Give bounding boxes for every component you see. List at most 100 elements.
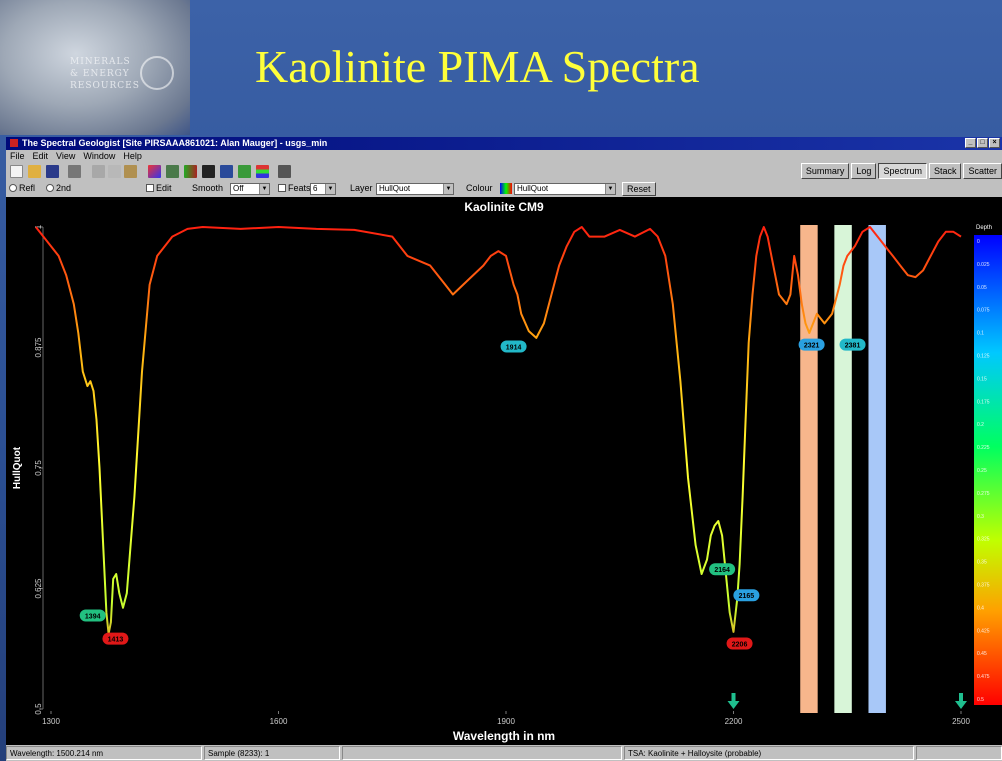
- tab-spectrum[interactable]: Spectrum: [878, 163, 927, 179]
- chart-icon[interactable]: [238, 165, 251, 178]
- edit-checkbox[interactable]: Edit: [146, 180, 172, 197]
- chevron-down-icon: ▼: [605, 184, 615, 194]
- reset-button[interactable]: Reset: [622, 182, 656, 196]
- chevron-down-icon: ▼: [443, 184, 453, 194]
- layer-select[interactable]: HullQuot ▼: [376, 183, 454, 195]
- second-derivative-radio[interactable]: 2nd: [46, 180, 71, 197]
- edit-checkbox-box: [146, 184, 154, 192]
- spectral-geologist-window: The Spectral Geologist [Site PIRSAAA8610…: [6, 137, 1002, 761]
- chevron-down-icon: ▼: [325, 184, 335, 194]
- colorbar-label: 0.175: [977, 399, 990, 405]
- refl-radio[interactable]: Refl: [9, 180, 35, 197]
- colorbar-label: 0.125: [977, 354, 990, 360]
- colorbar-label: 0.15: [977, 376, 987, 382]
- smooth-label: Smooth: [192, 183, 224, 193]
- colour-select[interactable]: HullQuot ▼: [514, 183, 616, 195]
- spectrum-toolbar: Refl 2nd Edit Smooth Off ▼ Feats 6 ▼ Layer…: [6, 180, 1002, 197]
- logo-text: MINERALS & ENERGY RESOURCES: [70, 57, 140, 91]
- colorbar-label: 0.375: [977, 583, 990, 589]
- colour-label: Colour: [466, 183, 493, 193]
- x-tick-label: 1300: [42, 717, 60, 726]
- cut-icon[interactable]: [92, 165, 105, 178]
- status-blank: [342, 746, 622, 760]
- feature-label-2381: 2381: [845, 343, 861, 350]
- arrow-shaft-2200: [731, 693, 736, 702]
- table-icon[interactable]: [220, 165, 233, 178]
- y-tick-label: 0.875: [34, 337, 43, 358]
- menu-bar: File Edit View Window Help: [6, 150, 146, 163]
- new-file-icon[interactable]: [10, 165, 23, 178]
- colorbar-label: 0.075: [977, 308, 990, 314]
- y-tick-label: 0.625: [34, 578, 43, 599]
- copy-icon[interactable]: [108, 165, 121, 178]
- highlight-band-2: [868, 225, 886, 713]
- spectrum-view-icon[interactable]: [148, 165, 161, 178]
- tab-log[interactable]: Log: [851, 163, 877, 179]
- main-toolbar: Summary Log Spectrum Stack Scatter: [6, 163, 1002, 180]
- colorbar-label: 0.35: [977, 560, 987, 566]
- close-button[interactable]: ×: [989, 138, 1000, 148]
- window-titlebar[interactable]: The Spectral Geologist [Site PIRSAAA8610…: [6, 137, 1002, 150]
- colorbar-label: 0.4: [977, 605, 984, 611]
- highlight-band-0: [800, 225, 818, 713]
- colorbar-label: 0: [977, 239, 980, 245]
- menu-window[interactable]: Window: [79, 150, 119, 163]
- feature-label-2164: 2164: [714, 567, 730, 574]
- save-disk-icon[interactable]: [46, 165, 59, 178]
- colour-ramp-icon: [500, 183, 512, 194]
- tsa-icon[interactable]: [184, 165, 197, 178]
- colorbar-label: 0.45: [977, 651, 987, 657]
- app-icon: [10, 139, 18, 147]
- minimize-button[interactable]: _: [965, 138, 976, 148]
- view-tabs: Summary Log Spectrum Stack Scatter: [800, 163, 1002, 179]
- feature-label-1914: 1914: [506, 345, 522, 352]
- menu-edit[interactable]: Edit: [29, 150, 53, 163]
- status-tsa: TSA: Kaolinite + Halloysite (probable): [624, 746, 914, 760]
- settings-icon[interactable]: [278, 165, 291, 178]
- refl-radio-dot: [9, 184, 17, 192]
- colorbar-label: 0.325: [977, 537, 990, 543]
- menu-view[interactable]: View: [52, 150, 79, 163]
- feats-checkbox-box: [278, 184, 286, 192]
- chevron-down-icon: ▼: [259, 184, 269, 194]
- spectrum-plot[interactable]: Kaolinite CM9 Wavelength in nm HullQuot 0.5…: [6, 197, 1002, 745]
- paste-icon[interactable]: [124, 165, 137, 178]
- y-tick-label: 0.5: [34, 703, 43, 715]
- tab-summary[interactable]: Summary: [800, 163, 850, 179]
- slide-title: Kaolinite PIMA Spectra: [255, 41, 700, 92]
- status-extra: [916, 746, 1002, 760]
- menu-help[interactable]: Help: [119, 150, 146, 163]
- spectrum-chart[interactable]: Kaolinite CM9 Wavelength in nm HullQuot 0.5…: [6, 197, 1002, 745]
- layers-icon[interactable]: [256, 165, 269, 178]
- tab-stack[interactable]: Stack: [928, 163, 962, 179]
- stack-icon[interactable]: [202, 165, 215, 178]
- tab-scatter[interactable]: Scatter: [963, 163, 1002, 179]
- x-axis-label: Wavelength in nm: [453, 729, 555, 743]
- feats-checkbox[interactable]: Feats: [278, 180, 311, 197]
- chart-title: Kaolinite CM9: [464, 200, 544, 214]
- feature-label-2321: 2321: [804, 343, 820, 350]
- colorbar-label: 0.275: [977, 491, 990, 497]
- open-folder-icon[interactable]: [28, 165, 41, 178]
- maximize-button[interactable]: □: [977, 138, 988, 148]
- menu-file[interactable]: File: [6, 150, 29, 163]
- x-tick-label: 1900: [497, 717, 515, 726]
- colorbar-label: 0.425: [977, 628, 990, 634]
- colorbar-title: Depth: [976, 225, 992, 231]
- x-tick-label: 2500: [952, 717, 970, 726]
- feats-select[interactable]: 6 ▼: [310, 183, 336, 195]
- print-icon[interactable]: [68, 165, 81, 178]
- feature-label-1394: 1394: [85, 613, 101, 620]
- colorbar-label: 0.025: [977, 262, 990, 268]
- zoom-icon[interactable]: [166, 165, 179, 178]
- smooth-select[interactable]: Off ▼: [230, 183, 270, 195]
- colorbar-label: 0.475: [977, 674, 990, 680]
- y-tick-label: 0.75: [34, 460, 43, 476]
- layer-label: Layer: [350, 183, 373, 193]
- feature-label-2165: 2165: [739, 593, 755, 600]
- x-tick-label: 1600: [270, 717, 288, 726]
- x-tick-label: 2200: [725, 717, 743, 726]
- status-bar: Wavelength: 1500.214 nm Sample (8233): 1…: [6, 745, 1002, 761]
- second-radio-dot: [46, 184, 54, 192]
- minerals-energy-logo: MINERALS & ENERGY RESOURCES: [0, 0, 190, 135]
